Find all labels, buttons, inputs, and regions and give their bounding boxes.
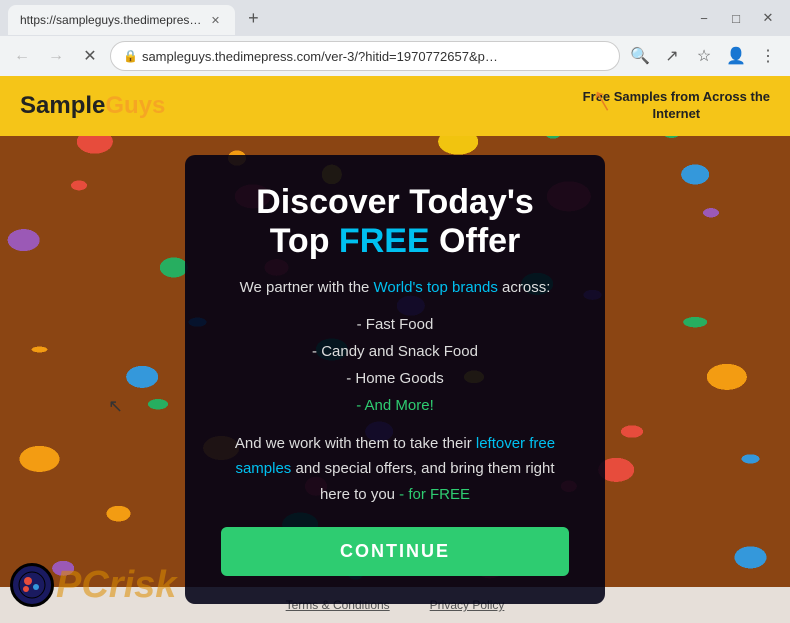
toolbar-icons: 🔍 ↗ ☆ 👤 ⋮ xyxy=(626,42,782,70)
pcrisk-logo-text: PCrisk xyxy=(56,564,176,607)
back-button[interactable]: ← xyxy=(8,42,36,70)
bookmark-icon[interactable]: ☆ xyxy=(690,42,718,70)
list-item: - Home Goods xyxy=(221,365,569,392)
modal-headline: Discover Today's Top FREE Offer xyxy=(221,183,569,261)
list-item: - And More! xyxy=(221,392,569,419)
site-logo: SampleGuys xyxy=(20,92,165,120)
pcrisk-icon xyxy=(10,563,54,607)
tab-title: https://sampleguys.thedimepres… xyxy=(20,13,201,27)
site-header: SampleGuys ↑ Free Samples from Across th… xyxy=(0,76,790,136)
search-icon[interactable]: 🔍 xyxy=(626,42,654,70)
continue-button[interactable]: CONTINUE xyxy=(221,527,569,576)
tab-close-button[interactable]: ✕ xyxy=(207,12,223,28)
new-tab-button[interactable]: + xyxy=(239,4,267,32)
share-icon[interactable]: ↗ xyxy=(658,42,686,70)
modal-overlay: Discover Today's Top FREE Offer We partn… xyxy=(0,136,790,623)
maximize-button[interactable]: □ xyxy=(722,4,750,32)
pcrisk-watermark: PCrisk xyxy=(10,563,176,607)
lock-icon: 🔒 xyxy=(123,49,138,63)
title-bar: https://sampleguys.thedimepres… ✕ + − □ … xyxy=(0,0,790,36)
modal-list: - Fast Food - Candy and Snack Food - Hom… xyxy=(221,311,569,419)
forward-button[interactable]: → xyxy=(42,42,70,70)
profile-icon[interactable]: 👤 xyxy=(722,42,750,70)
list-item: - Candy and Snack Food xyxy=(221,338,569,365)
modal-paragraph: And we work with them to take their left… xyxy=(221,431,569,508)
minimize-button[interactable]: − xyxy=(690,4,718,32)
window-controls: − □ ✕ xyxy=(690,4,782,32)
reload-button[interactable]: ✕ xyxy=(76,42,104,70)
modal-box: Discover Today's Top FREE Offer We partn… xyxy=(185,155,605,604)
url-text: sampleguys.thedimepress.com/ver-3/?hitid… xyxy=(142,49,607,64)
browser-chrome: https://sampleguys.thedimepres… ✕ + − □ … xyxy=(0,0,790,76)
logo-guys: Guys xyxy=(105,92,165,119)
browser-tab[interactable]: https://sampleguys.thedimepres… ✕ xyxy=(8,5,235,35)
address-bar-row: ← → ✕ 🔒 sampleguys.thedimepress.com/ver-… xyxy=(0,36,790,76)
logo-sample: Sample xyxy=(20,92,105,119)
close-window-button[interactable]: ✕ xyxy=(754,4,782,32)
modal-intro-text: We partner with the World's top brands a… xyxy=(221,275,569,301)
address-bar[interactable]: 🔒 sampleguys.thedimepress.com/ver-3/?hit… xyxy=(110,41,620,71)
menu-icon[interactable]: ⋮ xyxy=(754,42,782,70)
website-content: SampleGuys ↑ Free Samples from Across th… xyxy=(0,76,790,623)
list-item: - Fast Food xyxy=(221,311,569,338)
